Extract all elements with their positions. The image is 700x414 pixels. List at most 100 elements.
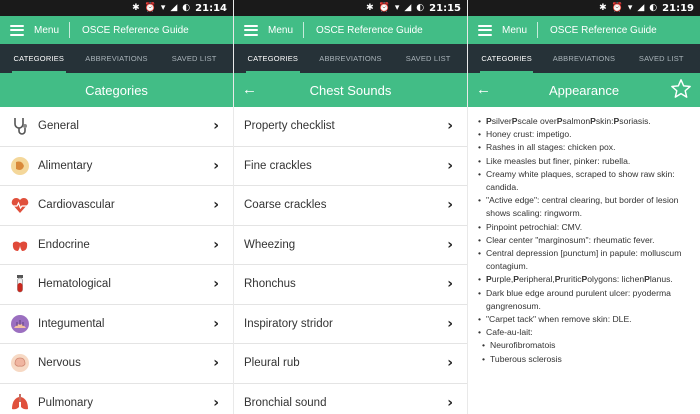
divider <box>537 22 539 38</box>
list-item-label: Pulmonary <box>38 396 93 409</box>
hamburger-menu-icon[interactable] <box>10 24 24 36</box>
screen-chest-sounds: ✱ ⏰ ▾ ◢ ◐ 21:15 Menu OSCE Reference Guid… <box>234 0 467 414</box>
list-item-label: Rhonchus <box>244 278 296 291</box>
wifi-icon: ▾ <box>160 3 166 13</box>
list-item[interactable]: Property checklist › <box>234 107 467 147</box>
list-item: Honey crust: impetigo. <box>478 128 690 141</box>
stethoscope-icon <box>14 118 27 135</box>
back-arrow-icon[interactable]: ← <box>242 80 257 100</box>
chevron-right-icon: › <box>447 157 453 174</box>
list-item-mnemonic: Purple,Peripheral,PruriticPolygons: lich… <box>478 273 690 286</box>
bluetooth-icon: ✱ <box>132 3 140 13</box>
status-time: 21:19 <box>662 2 694 14</box>
status-time: 21:14 <box>195 2 227 14</box>
tab-bar: CATEGORIES ABBREVIATIONS SAVED LIST <box>0 44 233 73</box>
signal-icon: ◢ <box>170 3 178 13</box>
list-item-label: Coarse crackles <box>244 199 327 212</box>
list-item[interactable]: Fine crackles › <box>234 147 467 186</box>
signal-icon: ◢ <box>404 3 412 13</box>
list-item-nervous[interactable]: Nervous › <box>0 344 233 384</box>
list-item: Clear center "marginosum": rheumatic fev… <box>478 234 690 247</box>
chevron-right-icon: › <box>447 118 453 135</box>
star-outline-icon[interactable] <box>670 78 692 100</box>
menu-label[interactable]: Menu <box>268 25 293 36</box>
page-title: ← Appearance <box>468 73 700 107</box>
list-item-general[interactable]: General › <box>0 107 233 147</box>
list-item[interactable]: Wheezing › <box>234 226 467 265</box>
list-item-endocrine[interactable]: Endocrine › <box>0 226 233 265</box>
chevron-right-icon: › <box>213 355 219 372</box>
list-item-hematological[interactable]: Hematological › <box>0 265 233 305</box>
tab-categories[interactable]: CATEGORIES <box>234 44 312 73</box>
status-bar: ✱ ⏰ ▾ ◢ ◐ 21:19 <box>468 0 700 16</box>
hamburger-menu-icon[interactable] <box>244 24 258 36</box>
list-item-mnemonic: PsilverPscale overPsalmonPskin:Psoriasis… <box>478 115 690 128</box>
list-item-cardiovascular[interactable]: Cardiovascular › <box>0 186 233 226</box>
heart-icon <box>11 198 29 214</box>
page-title-text: Categories <box>85 82 148 98</box>
back-arrow-icon[interactable]: ← <box>476 80 491 100</box>
alarm-icon: ⏰ <box>144 3 156 13</box>
list-subitem: Neurofibromatois <box>478 339 690 352</box>
tab-saved-list[interactable]: SAVED LIST <box>623 44 700 73</box>
list-subitem: Tuberous sclerosis <box>478 353 690 366</box>
thyroid-icon <box>12 241 28 251</box>
list-item[interactable]: Pleural rub › <box>234 344 467 384</box>
page-title-text: Appearance <box>548 82 620 98</box>
tab-bar: CATEGORIES ABBREVIATIONS SAVED LIST <box>468 44 700 73</box>
battery-icon: ◐ <box>416 3 425 13</box>
tab-abbreviations[interactable]: ABBREVIATIONS <box>78 44 156 73</box>
app-title: OSCE Reference Guide <box>82 24 189 36</box>
app-title: OSCE Reference Guide <box>316 24 423 36</box>
chevron-right-icon: › <box>447 197 453 214</box>
list-item: Cafe-au-lait: <box>478 326 690 339</box>
list-item-label: Inspiratory stridor <box>244 317 333 330</box>
alarm-icon: ⏰ <box>611 3 623 13</box>
tab-abbreviations[interactable]: ABBREVIATIONS <box>545 44 622 73</box>
list-item-alimentary[interactable]: Alimentary › <box>0 147 233 186</box>
app-title: OSCE Reference Guide <box>550 24 657 36</box>
chest-sounds-list: Property checklist › Fine crackles › Coars… <box>234 107 467 414</box>
app-bar: Menu OSCE Reference Guide <box>468 16 700 44</box>
list-item-label: General <box>38 120 79 133</box>
alarm-icon: ⏰ <box>378 3 390 13</box>
tab-abbreviations[interactable]: ABBREVIATIONS <box>312 44 390 73</box>
list-item: Creamy white plaques, scraped to show ra… <box>478 168 690 194</box>
list-item[interactable]: Rhonchus › <box>234 265 467 305</box>
category-list: General › Alimentary › Cardiovascular › … <box>0 107 233 414</box>
chevron-right-icon: › <box>447 355 453 372</box>
tab-saved-list[interactable]: SAVED LIST <box>389 44 467 73</box>
list-item-integumental[interactable]: Integumental › <box>0 305 233 344</box>
list-item-label: Alimentary <box>38 159 93 172</box>
list-item-label: Hematological <box>38 278 111 291</box>
list-item-pulmonary[interactable]: Pulmonary › <box>0 384 233 414</box>
status-time: 21:15 <box>429 2 461 14</box>
chevron-right-icon: › <box>213 236 219 253</box>
appearance-content: PsilverPscale overPsalmonPskin:Psoriasis… <box>468 107 700 366</box>
tab-categories[interactable]: CATEGORIES <box>0 44 78 73</box>
list-item-label: Endocrine <box>38 238 90 251</box>
app-bar: Menu OSCE Reference Guide <box>0 16 233 44</box>
tab-categories[interactable]: CATEGORIES <box>468 44 545 73</box>
list-item-label: Integumental <box>38 317 105 330</box>
divider <box>303 22 305 38</box>
status-bar: ✱ ⏰ ▾ ◢ ◐ 21:15 <box>234 0 467 16</box>
page-title-text: Chest Sounds <box>309 82 392 98</box>
list-item[interactable]: Coarse crackles › <box>234 186 467 226</box>
chevron-right-icon: › <box>447 315 453 332</box>
chevron-right-icon: › <box>213 157 219 174</box>
list-item: Central depression [punctum] in papule: … <box>478 247 690 273</box>
lungs-icon <box>12 393 28 409</box>
chevron-right-icon: › <box>213 118 219 135</box>
menu-label[interactable]: Menu <box>502 25 527 36</box>
list-item[interactable]: Inspiratory stridor › <box>234 305 467 344</box>
list-item[interactable]: Bronchial sound › <box>234 384 467 414</box>
hamburger-menu-icon[interactable] <box>478 24 492 36</box>
list-item: Dark blue edge around purulent ulcer: py… <box>478 287 690 313</box>
tab-saved-list[interactable]: SAVED LIST <box>155 44 233 73</box>
tab-bar: CATEGORIES ABBREVIATIONS SAVED LIST <box>234 44 467 73</box>
signal-icon: ◢ <box>637 3 645 13</box>
list-item: "Active edge": central clearing, but bor… <box>478 194 690 220</box>
list-item: Like measles but finer, pinker: rubella. <box>478 155 690 168</box>
menu-label[interactable]: Menu <box>34 25 59 36</box>
